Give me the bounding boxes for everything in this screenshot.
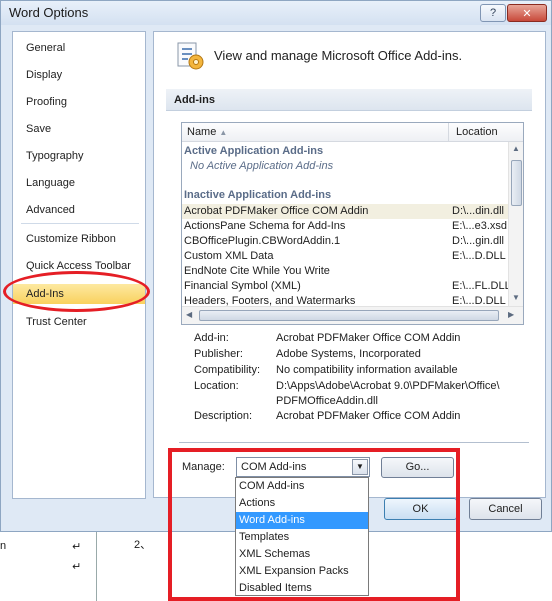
list-item[interactable]: ActionsPane Schema for Add-Ins E:\...e3.x… xyxy=(182,219,508,234)
annotation-rectangle xyxy=(168,448,460,601)
vertical-scroll-thumb[interactable] xyxy=(511,160,522,206)
description-value: Acrobat PDFMaker Office COM Addin xyxy=(276,410,461,422)
nav-item-typography[interactable]: Typography xyxy=(13,146,145,166)
paragraph-mark-icon: ↵ xyxy=(72,541,82,553)
close-button[interactable]: ✕ xyxy=(507,4,547,22)
panel-heading: View and manage Microsoft Office Add-ins… xyxy=(214,48,463,63)
list-item[interactable]: EndNote Cite While You Write xyxy=(182,264,508,279)
addin-label: Add-in: xyxy=(194,332,229,344)
doc-list-number: 2、 xyxy=(134,539,152,551)
location-label: Location: xyxy=(194,380,239,392)
list-item[interactable]: Acrobat PDFMaker Office COM Addin D:\...d… xyxy=(182,204,508,219)
group-inactive-title: Inactive Application Add-ins xyxy=(184,189,332,201)
list-item[interactable]: Headers, Footers, and Watermarks E:\...D.… xyxy=(182,294,508,306)
scroll-right-icon[interactable]: ▶ xyxy=(508,310,514,319)
nav-item-language[interactable]: Language xyxy=(13,173,145,193)
publisher-value: Adobe Systems, Incorporated xyxy=(276,348,421,360)
list-header: Name ▲ Location xyxy=(182,123,523,142)
scroll-up-icon[interactable]: ▲ xyxy=(512,144,520,153)
column-name-header[interactable]: Name ▲ xyxy=(187,126,227,138)
nav-item-customize-ribbon[interactable]: Customize Ribbon xyxy=(13,229,145,249)
column-location-header[interactable]: Location xyxy=(456,126,498,138)
list-item[interactable]: Financial Symbol (XML) E:\...FL.DLL xyxy=(182,279,508,294)
description-label: Description: xyxy=(194,410,253,422)
vertical-scrollbar[interactable]: ▲ ▼ xyxy=(508,142,523,306)
scroll-left-icon[interactable]: ◀ xyxy=(186,310,192,319)
location-value-cont: PDFMOfficeAddin.dll xyxy=(276,395,378,407)
nav-item-proofing[interactable]: Proofing xyxy=(13,92,145,112)
addin-value: Acrobat PDFMaker Office COM Addin xyxy=(276,332,461,344)
window-title: Word Options xyxy=(9,5,89,20)
manage-separator xyxy=(179,442,529,443)
horizontal-scrollbar[interactable]: ◀ ▶ xyxy=(182,306,523,324)
horizontal-scroll-thumb[interactable] xyxy=(199,310,499,321)
compatibility-value: No compatibility information available xyxy=(276,364,458,376)
addins-panel: View and manage Microsoft Office Add-ins… xyxy=(153,31,546,498)
group-active-title: Active Application Add-ins xyxy=(184,145,324,157)
doc-text-fragment: n xyxy=(0,540,7,552)
title-bar: Word Options ? ✕ xyxy=(1,1,551,25)
list-body: Active Application Add-ins No Active App… xyxy=(182,142,508,306)
paragraph-mark-icon: ↵ xyxy=(72,561,82,573)
addins-gear-icon xyxy=(177,42,204,70)
column-divider xyxy=(448,123,449,142)
nav-item-save[interactable]: Save xyxy=(13,119,145,139)
nav-item-general[interactable]: General xyxy=(13,38,145,58)
addins-section-title: Add-ins xyxy=(166,89,532,111)
options-nav: General Display Proofing Save Typography… xyxy=(12,31,146,499)
nav-divider xyxy=(21,223,139,224)
annotation-ellipse xyxy=(3,271,150,312)
background-doc-left: n ↵ ↵ xyxy=(0,532,97,601)
location-value: D:\Apps\Adobe\Acrobat 9.0\PDFMaker\Offic… xyxy=(276,380,500,392)
scroll-down-icon[interactable]: ▼ xyxy=(512,293,520,302)
list-item[interactable]: Custom XML Data E:\...D.DLL xyxy=(182,249,508,264)
group-active-empty: No Active Application Add-ins xyxy=(190,160,334,172)
cancel-button[interactable]: Cancel xyxy=(469,498,542,520)
nav-item-display[interactable]: Display xyxy=(13,65,145,85)
list-item[interactable]: CBOfficePlugin.CBWordAddin.1 D:\...gin.dl… xyxy=(182,234,508,249)
nav-item-trust-center[interactable]: Trust Center xyxy=(13,312,145,332)
help-button[interactable]: ? xyxy=(480,4,506,22)
nav-item-advanced[interactable]: Advanced xyxy=(13,200,145,220)
compatibility-label: Compatibility: xyxy=(194,364,261,376)
publisher-label: Publisher: xyxy=(194,348,243,360)
addins-list[interactable]: Name ▲ Location Active Application Add-i… xyxy=(181,122,524,325)
